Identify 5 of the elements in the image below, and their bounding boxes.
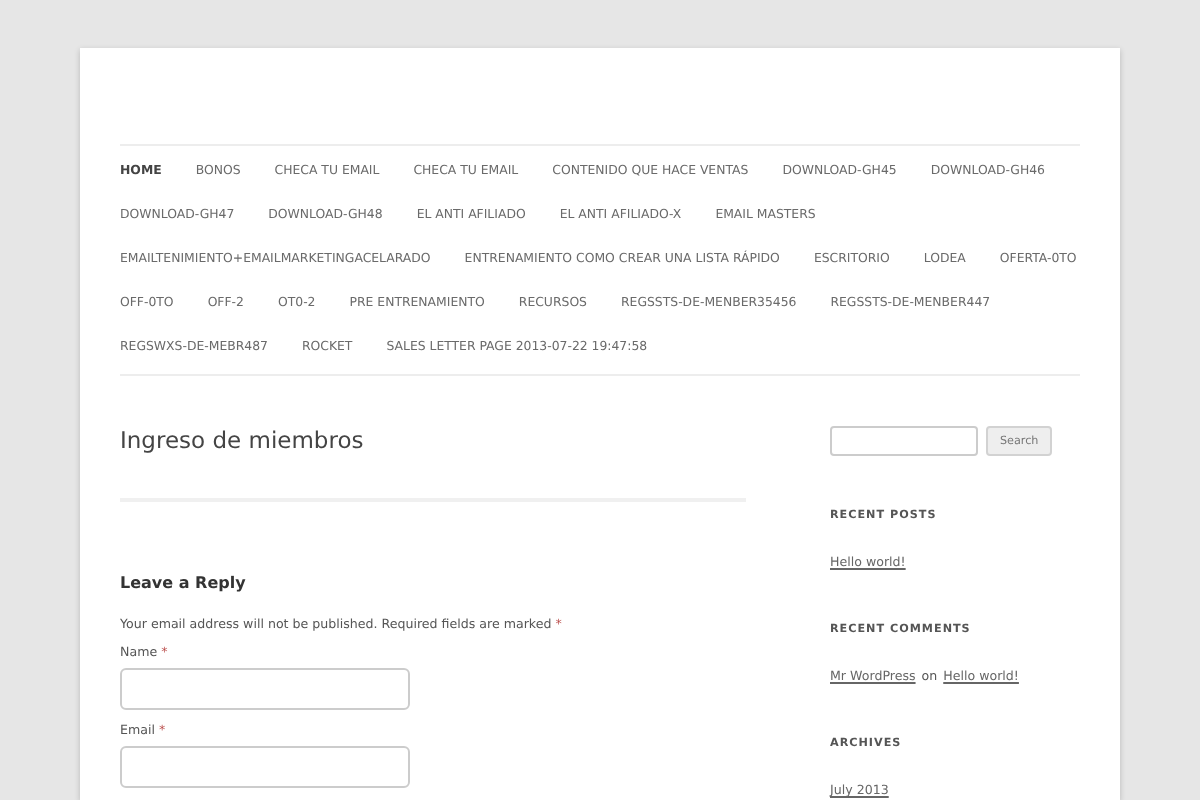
search-field[interactable]: [830, 426, 978, 456]
page-title: Ingreso de miembros: [120, 426, 366, 454]
reply-heading: Leave a Reply: [120, 574, 248, 592]
input-field[interactable]: [120, 746, 410, 788]
input-field[interactable]: [120, 668, 410, 710]
